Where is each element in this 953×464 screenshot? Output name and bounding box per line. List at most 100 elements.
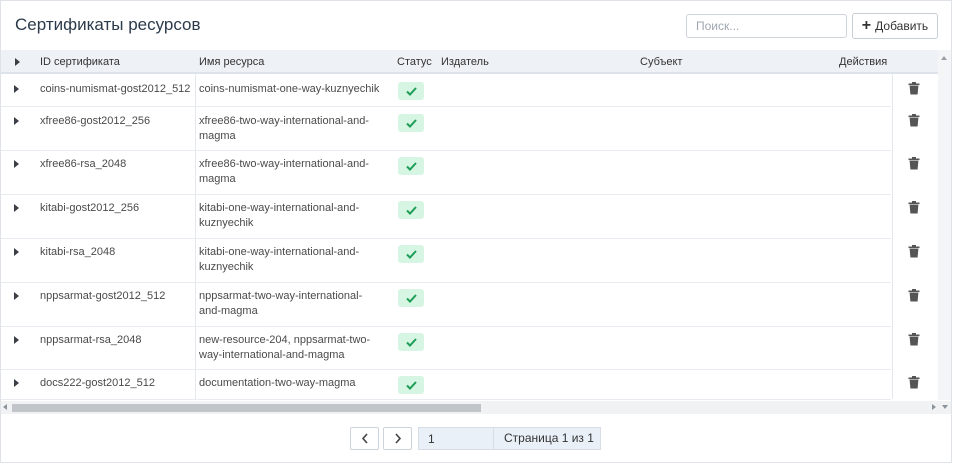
scroll-right-icon[interactable] bbox=[932, 404, 936, 410]
caret-right-icon[interactable] bbox=[14, 379, 19, 387]
column-header-status[interactable]: Статус bbox=[397, 50, 437, 74]
certificate-id: docs222-gost2012_512 bbox=[40, 377, 155, 389]
status-badge bbox=[398, 245, 424, 263]
resource-name-line: kitabi-one-way-international-and- bbox=[199, 202, 360, 214]
resource-name-line: nppsarmat-two-way-international- bbox=[199, 290, 363, 302]
trash-icon bbox=[908, 201, 920, 214]
resource-name-line: and-magma bbox=[199, 305, 258, 317]
status-badge bbox=[398, 201, 424, 219]
resource-name-line: xfree86-two-way-international-and- bbox=[199, 115, 369, 127]
chevron-left-icon bbox=[361, 433, 368, 444]
add-button-label: Добавить bbox=[875, 19, 929, 33]
vertical-scrollbar[interactable] bbox=[938, 50, 951, 400]
check-icon bbox=[405, 249, 417, 259]
table-row[interactable]: xfree86-gost2012_256 xfree86-two-way-inte… bbox=[1, 108, 891, 151]
delete-button[interactable] bbox=[908, 289, 922, 303]
horizontal-scrollbar[interactable] bbox=[1, 401, 951, 414]
certificate-id: coins-numismat-gost2012_512 bbox=[40, 83, 191, 95]
resource-name: coins-numismat-one-way-kuznyechik bbox=[199, 82, 391, 97]
resource-name: nppsarmat-two-way-international-and-magm… bbox=[199, 289, 391, 319]
resource-name-line: new-resource-204, nppsarmat-two- bbox=[199, 334, 371, 346]
table-header: ID сертификата Имя ресурса Статус Издате… bbox=[1, 50, 951, 74]
delete-button[interactable] bbox=[908, 82, 922, 96]
trash-icon bbox=[908, 157, 920, 170]
delete-button[interactable] bbox=[908, 157, 922, 171]
column-header-subject[interactable]: Субъект bbox=[640, 50, 830, 74]
resource-name: new-resource-204, nppsarmat-two-way-inte… bbox=[199, 333, 391, 363]
column-divider bbox=[892, 74, 893, 399]
certificate-id: kitabi-rsa_2048 bbox=[40, 246, 116, 258]
resource-name-line: kuznyechik bbox=[199, 261, 254, 273]
trash-icon bbox=[908, 289, 920, 302]
resource-name: documentation-two-way-magma bbox=[199, 376, 391, 391]
caret-right-icon[interactable] bbox=[14, 336, 19, 344]
prev-page-button[interactable] bbox=[350, 427, 379, 450]
resource-name: xfree86-two-way-international-and-magma bbox=[199, 114, 391, 144]
page-number-input[interactable] bbox=[418, 427, 494, 450]
next-page-button[interactable] bbox=[383, 427, 412, 450]
certificates-table: ID сертификата Имя ресурса Статус Издате… bbox=[1, 50, 951, 414]
delete-button[interactable] bbox=[908, 333, 922, 347]
scroll-up-icon[interactable] bbox=[941, 56, 947, 60]
trash-icon bbox=[908, 245, 920, 258]
resource-name-line: xfree86-two-way-international-and- bbox=[199, 158, 369, 170]
table-row[interactable]: docs222-gost2012_512 documentation-two-wa… bbox=[1, 370, 891, 400]
trash-icon bbox=[908, 114, 920, 127]
search-input[interactable] bbox=[686, 14, 847, 38]
status-badge bbox=[398, 157, 424, 175]
column-header-issuer[interactable]: Издатель bbox=[441, 50, 631, 74]
resource-name-line: magma bbox=[199, 130, 236, 142]
caret-right-icon bbox=[14, 57, 20, 66]
check-icon bbox=[405, 86, 417, 96]
resource-name-line: kitabi-one-way-international-and- bbox=[199, 246, 360, 258]
trash-icon bbox=[908, 82, 920, 95]
status-badge bbox=[398, 82, 424, 100]
caret-right-icon[interactable] bbox=[14, 160, 19, 168]
delete-button[interactable] bbox=[908, 376, 922, 390]
check-icon bbox=[405, 380, 417, 390]
check-icon bbox=[405, 161, 417, 171]
table-row[interactable]: xfree86-rsa_2048 xfree86-two-way-internat… bbox=[1, 151, 891, 195]
scroll-left-icon[interactable] bbox=[3, 404, 7, 410]
table-row[interactable]: nppsarmat-rsa_2048 new-resource-204, npps… bbox=[1, 327, 891, 370]
table-row[interactable]: coins-numismat-gost2012_512 coins-numisma… bbox=[1, 76, 891, 107]
resource-name-line: magma bbox=[199, 173, 236, 185]
column-header-resource[interactable]: Имя ресурса bbox=[199, 50, 389, 74]
check-icon bbox=[405, 337, 417, 347]
page-title: Сертификаты ресурсов bbox=[15, 15, 201, 34]
resource-name: xfree86-two-way-international-and-magma bbox=[199, 157, 391, 187]
delete-button[interactable] bbox=[908, 114, 922, 128]
certificate-id: kitabi-gost2012_256 bbox=[40, 202, 140, 214]
resource-name-line: kuznyechik bbox=[199, 217, 254, 229]
trash-icon bbox=[908, 376, 920, 389]
plus-icon: + bbox=[861, 16, 872, 34]
column-header-id[interactable]: ID сертификата bbox=[40, 50, 190, 74]
caret-right-icon[interactable] bbox=[14, 117, 19, 125]
column-header-actions[interactable]: Действия bbox=[839, 50, 891, 74]
scroll-down-icon[interactable] bbox=[942, 405, 948, 409]
add-button[interactable]: + Добавить bbox=[852, 13, 938, 39]
certificate-id: nppsarmat-rsa_2048 bbox=[40, 334, 142, 346]
caret-right-icon[interactable] bbox=[14, 292, 19, 300]
trash-icon bbox=[908, 333, 920, 346]
chevron-right-icon bbox=[394, 433, 401, 444]
caret-right-icon[interactable] bbox=[14, 204, 19, 212]
resource-name: kitabi-one-way-international-and-kuznyec… bbox=[199, 201, 391, 231]
resource-name-line: way-international-and-magma bbox=[199, 349, 345, 361]
resource-name-line: documentation-two-way-magma bbox=[199, 377, 356, 389]
table-row[interactable]: kitabi-rsa_2048 kitabi-one-way-internatio… bbox=[1, 239, 891, 283]
caret-right-icon[interactable] bbox=[14, 85, 19, 93]
status-badge bbox=[398, 114, 424, 132]
horizontal-scroll-thumb[interactable] bbox=[12, 404, 481, 412]
delete-button[interactable] bbox=[908, 245, 922, 259]
table-row[interactable]: nppsarmat-gost2012_512 nppsarmat-two-way-… bbox=[1, 283, 891, 327]
status-badge bbox=[398, 376, 424, 394]
certificate-id: xfree86-gost2012_256 bbox=[40, 115, 151, 127]
caret-right-icon[interactable] bbox=[14, 248, 19, 256]
delete-button[interactable] bbox=[908, 201, 922, 215]
certificate-id: nppsarmat-gost2012_512 bbox=[40, 290, 166, 302]
table-row[interactable]: kitabi-gost2012_256 kitabi-one-way-intern… bbox=[1, 195, 891, 239]
check-icon bbox=[405, 205, 417, 215]
page-info: Страница 1 из 1 bbox=[494, 427, 601, 450]
expand-all-toggle[interactable] bbox=[1, 50, 33, 74]
